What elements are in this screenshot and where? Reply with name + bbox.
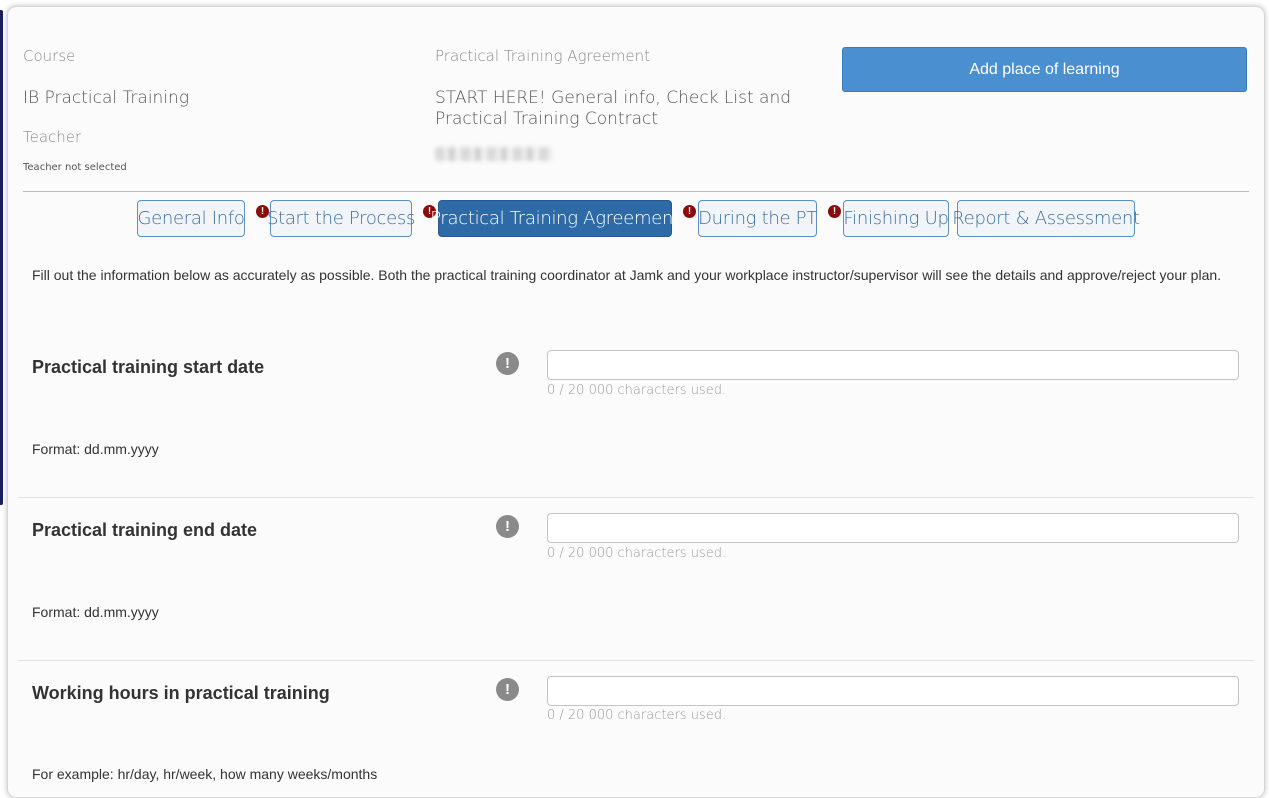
tab-practical-training-agreement[interactable]: Practical Training Agreement: [430, 200, 680, 237]
tab-finishing-up[interactable]: Finishing Up: [843, 200, 949, 237]
end-date-counter: 0 / 20 000 characters used.: [547, 546, 727, 561]
intro-text: Fill out the information below as accura…: [32, 267, 1222, 283]
warning-icon: !: [828, 205, 841, 218]
info-icon[interactable]: !: [496, 515, 519, 538]
add-place-of-learning-button[interactable]: Add place of learning: [842, 47, 1247, 92]
end-date-input[interactable]: [547, 513, 1239, 543]
tab-general-info[interactable]: General Info: [137, 200, 245, 237]
tab-during-the-pt[interactable]: During the PT: [698, 200, 817, 237]
redacted-identifier: [435, 147, 553, 161]
agreement-label: Practical Training Agreement: [435, 47, 651, 65]
course-label: Course: [23, 47, 76, 65]
header-divider: [23, 191, 1249, 192]
working-hours-input[interactable]: [547, 676, 1239, 706]
course-value: IB Practical Training: [23, 88, 190, 108]
field-title-working-hours: Working hours in practical training: [32, 683, 330, 703]
teacher-label: Teacher: [23, 128, 82, 146]
warning-icon: !: [683, 205, 696, 218]
start-date-counter: 0 / 20 000 characters used.: [547, 383, 727, 398]
field-divider: [18, 660, 1254, 661]
training-panel: Course IB Practical Training Teacher Tea…: [7, 6, 1265, 798]
window-edge-strip: [0, 10, 3, 505]
teacher-value: Teacher not selected: [23, 162, 127, 173]
working-hours-hint: For example: hr/day, hr/week, how many w…: [32, 766, 378, 782]
agreement-value: START HERE! General info, Check List and…: [435, 88, 792, 129]
field-divider: [18, 497, 1254, 498]
field-title-start-date: Practical training start date: [32, 357, 265, 377]
working-hours-counter: 0 / 20 000 characters used.: [547, 708, 727, 723]
tab-report-assessment[interactable]: Report & Assessment: [952, 200, 1140, 237]
start-date-input[interactable]: [547, 350, 1239, 380]
end-date-hint: Format: dd.mm.yyyy: [32, 604, 159, 620]
field-title-end-date: Practical training end date: [32, 520, 258, 540]
tab-start-the-process[interactable]: Start the Process: [267, 200, 415, 237]
info-icon[interactable]: !: [496, 678, 519, 701]
start-date-hint: Format: dd.mm.yyyy: [32, 441, 159, 457]
info-icon[interactable]: !: [496, 352, 519, 375]
